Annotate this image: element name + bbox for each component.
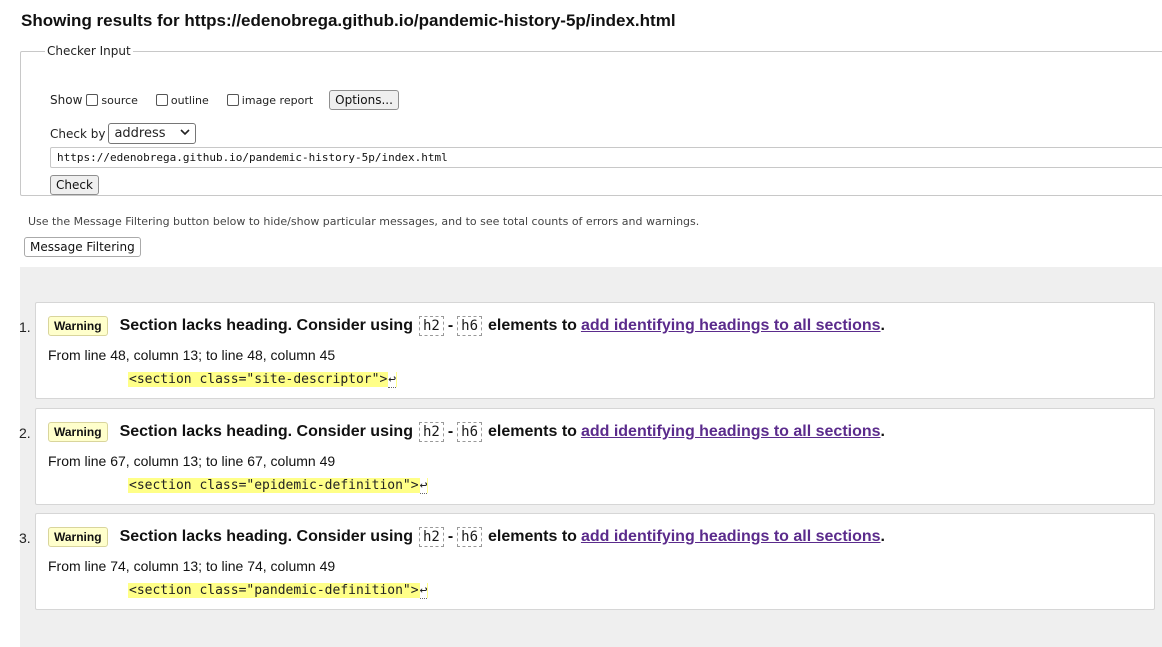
message-location: From line 48, column 13; to line 48, col… <box>48 347 336 363</box>
source-checkbox[interactable] <box>86 94 99 106</box>
outline-checkbox[interactable] <box>155 94 168 106</box>
source-label: source <box>101 93 138 107</box>
show-options-row: Show source outline image report Options… <box>50 90 399 110</box>
return-icon: ↩ <box>419 583 428 599</box>
extract-code: <section class="site-descriptor"> <box>129 372 388 387</box>
extract-code: <section class="epidemic-definition"> <box>129 478 419 493</box>
message-period: . <box>880 528 885 545</box>
show-label: Show <box>50 93 83 107</box>
message-extract: <section class="epidemic-definition">↩ <box>128 478 429 494</box>
message-period: . <box>880 317 885 334</box>
return-icon: ↩ <box>388 372 397 388</box>
message-extract: <section class="pandemic-definition">↩ <box>128 583 429 599</box>
code-h6: h6 <box>457 422 483 442</box>
url-input[interactable]: https://edenobrega.github.io/pandemic-hi… <box>50 147 1162 168</box>
check-by-value: address <box>114 126 166 141</box>
message-period: . <box>880 423 885 440</box>
message-text: Section lacks heading. Consider using <box>119 317 413 334</box>
message-text: Section lacks heading. Consider using <box>119 423 413 440</box>
message-location: From line 67, column 13; to line 67, col… <box>48 453 336 469</box>
code-h2: h2 <box>418 527 444 547</box>
code-dash: - <box>447 423 454 440</box>
headings-help-link[interactable]: add identifying headings to all sections <box>581 423 881 441</box>
warning-badge: Warning <box>48 527 108 547</box>
headings-help-link[interactable]: add identifying headings to all sections <box>581 317 881 335</box>
show-outline-option[interactable]: outline <box>155 93 209 107</box>
image-report-label: image report <box>241 93 314 107</box>
code-h6: h6 <box>457 527 483 547</box>
options-button[interactable]: Options... <box>329 90 399 110</box>
show-image-report-option[interactable]: image report <box>226 93 314 107</box>
check-by-label: Check by <box>50 126 106 141</box>
image-report-checkbox[interactable] <box>226 94 239 106</box>
message-text-tail: elements to <box>488 528 577 545</box>
message-filtering-hint: Use the Message Filtering button below t… <box>28 215 700 228</box>
results-heading-prefix: Showing results for <box>21 11 185 30</box>
results-heading: Showing results for https://edenobrega.g… <box>21 11 676 31</box>
results-url: https://edenobrega.github.io/pandemic-hi… <box>184 11 676 30</box>
message-text-tail: elements to <box>488 317 577 334</box>
show-source-option[interactable]: source <box>86 94 138 107</box>
message-text-tail: elements to <box>488 423 577 440</box>
message-summary: Warning Section lacks heading. Consider … <box>48 316 885 336</box>
code-dash: - <box>447 317 454 334</box>
message-item: 1. Warning Section lacks heading. Consid… <box>19 302 1155 399</box>
check-by-row: Check by address <box>50 123 197 144</box>
check-button[interactable]: Check <box>50 175 99 195</box>
message-number: 3. <box>19 530 31 546</box>
message-item: 2. Warning Section lacks heading. Consid… <box>19 408 1155 505</box>
extract-code: <section class="pandemic-definition"> <box>129 583 419 598</box>
outline-label: outline <box>170 93 209 107</box>
message-number: 2. <box>19 425 31 441</box>
warning-badge: Warning <box>48 422 108 442</box>
chevron-down-icon <box>180 128 191 139</box>
message-summary: Warning Section lacks heading. Consider … <box>48 422 885 442</box>
code-h6: h6 <box>457 316 483 336</box>
message-number: 1. <box>19 319 31 335</box>
code-dash: - <box>447 528 454 545</box>
message-summary: Warning Section lacks heading. Consider … <box>48 527 885 547</box>
message-text: Section lacks heading. Consider using <box>119 528 413 545</box>
warning-badge: Warning <box>48 316 108 336</box>
headings-help-link[interactable]: add identifying headings to all sections <box>581 528 881 546</box>
return-icon: ↩ <box>419 478 428 494</box>
checker-input-legend: Checker Input <box>47 44 131 58</box>
message-location: From line 74, column 13; to line 74, col… <box>48 558 336 574</box>
message-extract: <section class="site-descriptor">↩ <box>128 372 398 388</box>
code-h2: h2 <box>418 316 444 336</box>
check-by-select[interactable]: address <box>108 123 197 144</box>
message-filtering-button[interactable]: Message Filtering <box>24 237 141 257</box>
checker-input-fieldset: Checker Input Show source outline image … <box>20 44 1162 196</box>
code-h2: h2 <box>418 422 444 442</box>
message-item: 3. Warning Section lacks heading. Consid… <box>19 513 1155 610</box>
